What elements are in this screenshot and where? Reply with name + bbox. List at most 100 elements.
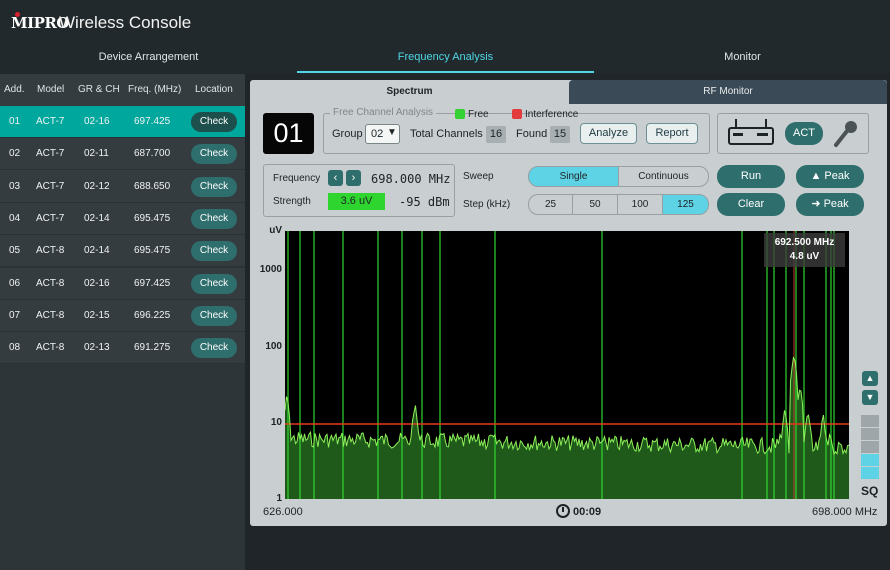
squelch-up-button[interactable]: ▲ [862, 371, 878, 386]
frequency-prev-button[interactable]: ‹ [328, 170, 343, 186]
check-location-button[interactable]: Check [191, 112, 237, 132]
device-model: ACT-7 [36, 148, 65, 160]
analyze-button[interactable]: Analyze [580, 123, 637, 144]
device-row[interactable]: 04 ACT-7 02-14 695.475 Check [0, 202, 245, 235]
run-button[interactable]: Run [717, 165, 785, 188]
device-model: ACT-8 [36, 277, 65, 289]
tab-monitor[interactable]: Monitor [594, 51, 890, 75]
device-frequency: 691.275 [134, 342, 171, 354]
peak-tooltip: 692.500 MHz 4.8 uV [764, 233, 845, 267]
column-header-frequency: Freq. (MHz) [128, 84, 182, 95]
receiver-icon [728, 119, 774, 145]
step-25-option[interactable]: 25 [528, 194, 573, 215]
channel-number-display: 01 [263, 113, 314, 154]
device-frequency: 697.425 [134, 116, 171, 127]
device-model: ACT-8 [36, 342, 65, 354]
device-frequency: 688.650 [134, 180, 171, 192]
device-address: 02 [9, 148, 21, 160]
free-channel-analysis-title: Free Channel Analysis [330, 107, 437, 118]
tab-rf-monitor[interactable]: RF Monitor [569, 80, 887, 104]
tab-device-arrangement[interactable]: Device Arrangement [0, 51, 297, 75]
device-row[interactable]: 05 ACT-8 02-14 695.475 Check [0, 235, 245, 268]
step-50-option[interactable]: 50 [572, 194, 618, 215]
tooltip-level: 4.8 uV [789, 251, 820, 262]
device-row[interactable]: 08 ACT-8 02-13 691.275 Check [0, 332, 245, 365]
microphone-icon [834, 121, 857, 147]
column-header-address: Add. [4, 84, 25, 95]
x-axis-end: 698.000 MHz [812, 506, 878, 518]
strength-dbm-value: -95 dBm [399, 195, 450, 209]
squelch-label: SQ [861, 484, 879, 498]
y-axis-unit: uV [269, 225, 282, 236]
active-tab-underline [297, 71, 594, 73]
app-header: MIPRO Wireless Console Device Arrangemen… [0, 0, 890, 74]
step-100-option[interactable]: 100 [617, 194, 663, 215]
y-tick-1000: 1000 [259, 264, 282, 275]
device-model: ACT-8 [36, 309, 65, 321]
device-address: 07 [9, 309, 21, 321]
check-location-button[interactable]: Check [191, 273, 237, 294]
device-frequency: 697.425 [134, 277, 171, 289]
group-select[interactable]: 02 ▼ [365, 124, 400, 144]
check-location-button[interactable]: Check [191, 338, 237, 359]
sweep-timer: 00:09 [573, 506, 602, 518]
act-badge: ACT [785, 122, 823, 145]
device-frequency: 696.225 [134, 309, 171, 321]
device-address: 01 [9, 116, 21, 127]
interference-legend-label: Interference [525, 109, 579, 120]
squelch-level-bar [861, 467, 879, 479]
column-header-model: Model [37, 84, 65, 95]
squelch-down-button[interactable]: ▼ [862, 390, 878, 405]
device-row[interactable]: 07 ACT-8 02-15 696.225 Check [0, 299, 245, 332]
clear-button[interactable]: Clear [717, 193, 785, 216]
check-location-button[interactable]: Check [191, 176, 237, 197]
app-title: Wireless Console [59, 13, 192, 32]
squelch-level-bar [861, 428, 879, 440]
check-location-button[interactable]: Check [191, 241, 237, 262]
device-model: ACT-7 [36, 212, 65, 224]
device-row[interactable]: 03 ACT-7 02-12 688.650 Check [0, 170, 245, 203]
device-group-channel: 02-11 [84, 148, 109, 160]
peak-next-button[interactable]: ➜ Peak [796, 193, 864, 216]
device-frequency: 695.475 [134, 212, 171, 224]
device-address: 06 [9, 277, 21, 289]
chevron-left-icon: ‹ [333, 172, 338, 184]
column-header-group-channel: GR & CH [78, 84, 120, 95]
spectrum-plot[interactable] [285, 231, 849, 499]
device-model: ACT-7 [36, 180, 65, 192]
device-group-channel: 02-16 [84, 277, 110, 289]
step-125-option[interactable]: 125 [662, 194, 709, 215]
check-location-button[interactable]: Check [191, 208, 237, 229]
device-frequency: 695.475 [134, 245, 171, 257]
y-tick-100: 100 [265, 341, 282, 352]
spectrum-trace [285, 356, 849, 456]
step-label: Step (kHz) [463, 199, 511, 210]
check-location-button[interactable]: Check [191, 144, 237, 165]
report-button[interactable]: Report [646, 123, 698, 144]
device-address: 03 [9, 180, 21, 192]
total-channels-label: Total Channels [410, 128, 483, 140]
device-address: 04 [9, 212, 21, 224]
frequency-next-button[interactable]: › [346, 170, 361, 186]
device-row[interactable]: 06 ACT-8 02-16 697.425 Check [0, 267, 245, 300]
device-row[interactable]: 01 ACT-7 02-16 697.425 Check [0, 106, 245, 138]
check-location-button[interactable]: Check [191, 305, 237, 326]
peak-up-button[interactable]: ▲ Peak [796, 165, 864, 188]
sweep-single-option[interactable]: Single [528, 166, 619, 187]
frequency-label: Frequency [273, 173, 321, 184]
tab-spectrum[interactable]: Spectrum [250, 80, 569, 104]
found-value: 15 [550, 126, 570, 143]
chevron-down-icon: ▼ [865, 392, 875, 402]
tooltip-frequency: 692.500 MHz [774, 237, 835, 248]
y-tick-10: 10 [270, 417, 282, 428]
sweep-continuous-option[interactable]: Continuous [618, 166, 709, 187]
device-frequency: 687.700 [134, 148, 171, 160]
device-row[interactable]: 02 ACT-7 02-11 687.700 Check [0, 138, 245, 171]
chevron-down-icon: ▼ [387, 127, 397, 138]
squelch-level-bar [861, 454, 879, 466]
found-label: Found [516, 128, 548, 140]
device-group-channel: 02-13 [84, 342, 110, 354]
device-group-channel: 02-12 [84, 180, 110, 192]
chevron-right-icon: › [351, 172, 356, 184]
x-axis-start: 626.000 [263, 506, 303, 518]
